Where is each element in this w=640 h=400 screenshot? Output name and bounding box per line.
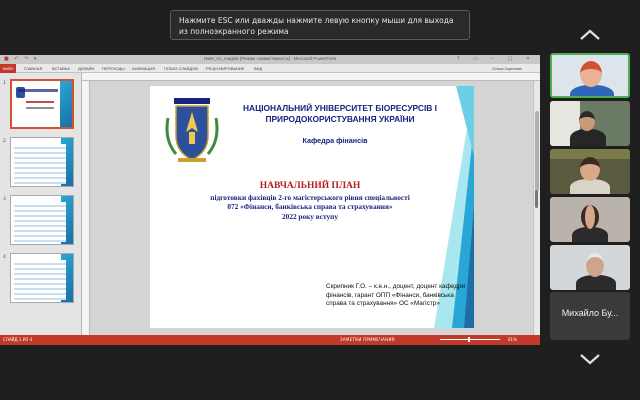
ribbon-tab-insert[interactable]: ВСТАВКА [52, 66, 70, 71]
ribbon-tab-animation[interactable]: АНИМАЦИЯ [132, 66, 155, 71]
participant-avatar [579, 111, 595, 131]
thumb-number: 1 [3, 81, 6, 86]
participant-name-tile[interactable]: Михайло Бу... [550, 292, 630, 340]
slide-author: Скрипник Г.О. – к.е.н., доцент, доцент к… [326, 283, 466, 307]
participant-tile-1[interactable] [550, 53, 630, 98]
slide-thumbnail-1[interactable] [10, 79, 74, 129]
vertical-ruler [82, 81, 90, 335]
thumb-number: 4 [3, 255, 6, 260]
ribbon-tab-slideshow[interactable]: ПОКАЗ СЛАЙДОВ [164, 66, 198, 71]
ribbon-tab-home[interactable]: ГЛАВНАЯ [24, 66, 42, 71]
chevron-down-icon[interactable] [578, 352, 602, 366]
participant-avatar [570, 179, 610, 194]
thumb-line [18, 89, 58, 92]
thumb-line [26, 101, 54, 103]
participant-avatar [586, 253, 604, 277]
participant-tile-4[interactable] [550, 197, 630, 242]
subtitle-line: підготовки фахівців 2-го магістерського … [210, 193, 410, 202]
scrollbar-thumb[interactable] [535, 111, 539, 191]
slide-subtitle: підготовки фахівців 2-го магістерського … [170, 193, 450, 221]
thumb-line [26, 107, 54, 109]
ppt-titlebar: ■ ↶ ↷ ▾ Навч_пл_magistr [Режим совместим… [0, 55, 540, 64]
ribbon-tab-design[interactable]: ДИЗАЙН [78, 66, 94, 71]
subtitle-line: 2022 року вступу [282, 211, 338, 221]
ribbon-account[interactable]: Ольга Скрипник [492, 66, 522, 71]
horizontal-ruler [82, 73, 540, 81]
chevron-up-icon[interactable] [578, 28, 602, 42]
subtitle-line: 072 «Фінанси, банківська справа та страх… [227, 202, 393, 212]
slide-counter: СЛАЙД 1 ИЗ 4 [3, 337, 33, 342]
slide-department: Кафедра фінансів [302, 136, 368, 145]
thumb-table [14, 202, 66, 242]
notes-comments-buttons[interactable]: ЗАМЕТКИ ПРИМЕЧАНИЯ [340, 337, 395, 342]
slide-canvas[interactable]: НАЦІОНАЛЬНИЙ УНІВЕРСИТЕТ БІОРЕСУРСІВ І П… [150, 86, 474, 328]
thumb-number: 2 [3, 139, 6, 144]
slide-thumbnail-pane[interactable]: 1 2 3 4 [0, 73, 82, 335]
participant-avatar [570, 129, 606, 146]
thumb-table [14, 260, 66, 300]
screen: Нажмите ESC или дважды нажмите левую кно… [0, 0, 640, 400]
ribbon-tab-transitions[interactable]: ПЕРЕХОДЫ [102, 66, 125, 71]
window-controls[interactable]: ? ▭ – ▢ ✕ [457, 56, 536, 62]
ppt-ribbon: ФАЙЛ ГЛАВНАЯ ВСТАВКА ДИЗАЙН ПЕРЕХОДЫ АНИ… [0, 64, 540, 73]
participant-avatar [580, 61, 602, 87]
slide-thumbnail-4[interactable] [10, 253, 74, 303]
ppt-status-bar: СЛАЙД 1 ИЗ 4 ЗАМЕТКИ ПРИМЕЧАНИЯ 61% [0, 335, 540, 345]
participant-avatar [572, 227, 608, 242]
zoom-slider-knob[interactable] [468, 337, 470, 342]
slide-thumbnail-3[interactable] [10, 195, 74, 245]
participant-avatar [576, 275, 616, 290]
ribbon-tab-view[interactable]: ВИД [254, 66, 262, 71]
ribbon-tab-file[interactable]: ФАЙЛ [0, 64, 16, 73]
university-crest-icon [165, 98, 219, 162]
participant-tile-2[interactable] [550, 101, 630, 146]
ribbon-tab-review[interactable]: РЕЦЕНЗИРОВАНИЕ [206, 66, 244, 71]
slide-university-name: НАЦІОНАЛЬНИЙ УНІВЕРСИТЕТ БІОРЕСУРСІВ І П… [242, 103, 437, 124]
zoom-slider[interactable] [440, 339, 500, 340]
slide-thumbnail-2[interactable] [10, 137, 74, 187]
thumb-table [14, 144, 66, 184]
screen-scrollbar[interactable] [535, 190, 538, 208]
thumb-stripe [60, 81, 72, 127]
fullscreen-exit-notice: Нажмите ESC или дважды нажмите левую кно… [170, 10, 470, 40]
participant-avatar [580, 157, 600, 181]
zoom-level: 61% [508, 337, 517, 342]
slide-scrollbar[interactable] [533, 81, 540, 335]
participant-name: Михайло Бу... [561, 308, 619, 318]
participant-tile-3[interactable] [550, 149, 630, 194]
slide-title: НАВЧАЛЬНИЙ ПЛАН [259, 181, 361, 191]
participant-tile-5[interactable] [550, 245, 630, 290]
thumb-number: 3 [3, 197, 6, 202]
participant-avatar [581, 205, 599, 229]
